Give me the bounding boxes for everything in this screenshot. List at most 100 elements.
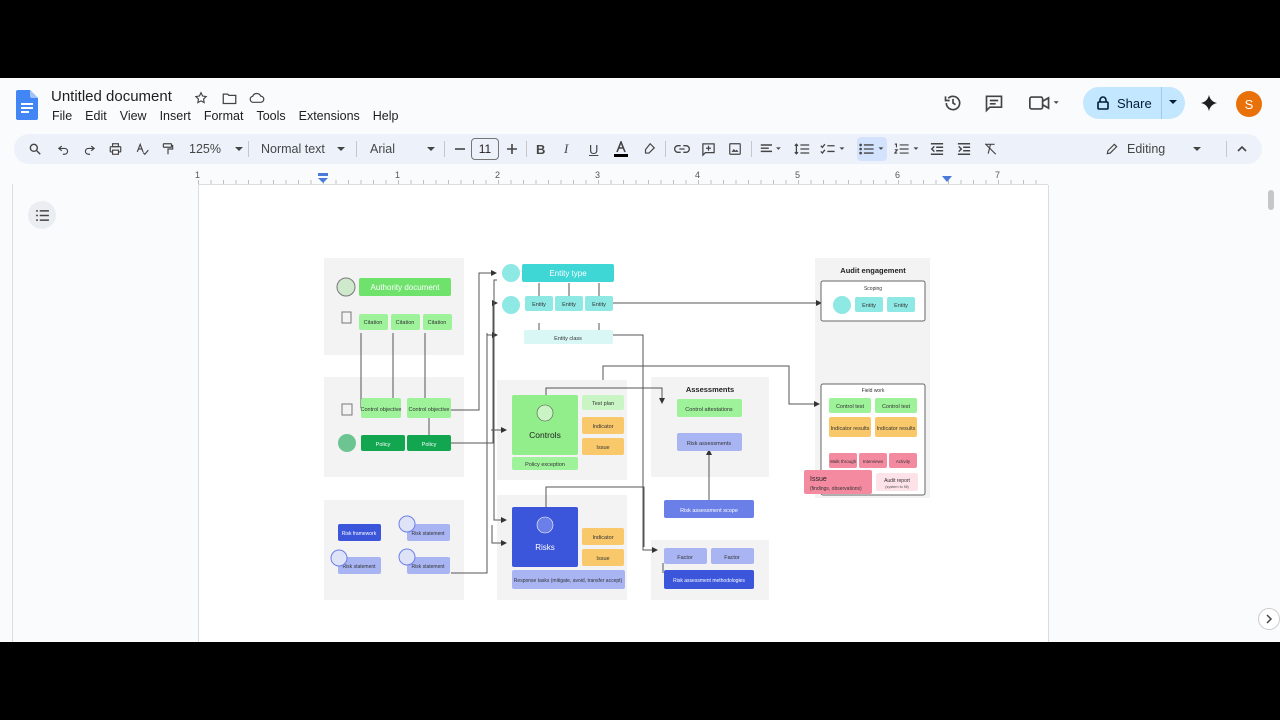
google-docs-window: Untitled document File Edit View Insert … <box>0 78 1280 642</box>
text-color-icon[interactable] <box>614 134 628 164</box>
citation-label: Citation <box>364 320 383 326</box>
ruler-tick: 1 <box>195 170 201 180</box>
entity-label: Entity <box>532 302 546 308</box>
risk-statement-icon <box>398 515 416 533</box>
data-model-diagram[interactable]: Authority document Citation Citation Cit… <box>199 185 1050 642</box>
menu-edit[interactable]: Edit <box>85 109 114 123</box>
decrease-indent-icon[interactable] <box>930 134 944 164</box>
document-outline-button[interactable] <box>28 201 56 229</box>
avatar[interactable]: S <box>1236 91 1262 117</box>
risk-assessment-scope-label: Risk assessment scope <box>680 508 738 514</box>
entity-label: Entity <box>592 302 606 308</box>
undo-icon[interactable] <box>56 134 71 164</box>
menu-insert[interactable]: Insert <box>160 109 198 123</box>
menu-format[interactable]: Format <box>204 109 251 123</box>
audit-report-sub: (system to fill) <box>885 485 909 489</box>
add-comment-icon[interactable] <box>701 134 716 164</box>
ruler-tick: 5 <box>795 170 801 180</box>
link-icon[interactable] <box>674 134 690 164</box>
doc-title[interactable]: Untitled document <box>51 88 172 105</box>
spellcheck-icon[interactable] <box>135 134 150 164</box>
entity-label: Entity <box>894 303 908 309</box>
redo-icon[interactable] <box>82 134 97 164</box>
indent-marker-icon[interactable] <box>317 173 329 185</box>
collapse-toolbar-icon[interactable] <box>1236 134 1248 164</box>
vertical-scrollbar[interactable] <box>1268 190 1274 210</box>
horizontal-ruler[interactable]: 1 1 2 3 4 5 6 7 <box>195 169 1048 185</box>
font-select[interactable]: Arial <box>370 134 436 164</box>
bulleted-list-icon[interactable] <box>857 137 887 161</box>
clear-formatting-icon[interactable] <box>983 134 998 164</box>
test-plan-label: Test plan <box>592 401 614 407</box>
increase-indent-icon[interactable] <box>957 134 971 164</box>
bold-icon[interactable]: B <box>536 134 545 164</box>
menu-help[interactable]: Help <box>373 109 406 123</box>
doc-header: Untitled document File Edit View Insert … <box>0 78 1280 130</box>
control-test-label: Control test <box>836 404 865 410</box>
activity-label: Activity <box>896 459 911 464</box>
docs-logo-icon[interactable] <box>16 90 38 120</box>
risks-box[interactable] <box>512 507 578 567</box>
print-icon[interactable] <box>108 134 123 164</box>
meet-icon[interactable] <box>1028 92 1064 114</box>
editing-mode-select[interactable]: Editing <box>1105 134 1202 164</box>
insert-image-icon[interactable] <box>728 134 742 164</box>
share-button[interactable]: Share <box>1083 87 1185 119</box>
entity-class-label: Entity class <box>554 336 582 342</box>
paragraph-style-select[interactable]: Normal text <box>261 134 345 164</box>
search-menus-icon[interactable] <box>28 134 42 164</box>
entity-type-icon <box>502 264 520 282</box>
increase-font-size-icon[interactable] <box>506 134 518 164</box>
line-spacing-icon[interactable] <box>794 134 810 164</box>
zoom-value: 125% <box>189 142 221 156</box>
risk-statement-label: Risk statement <box>342 564 376 570</box>
citation-label: Citation <box>396 320 415 326</box>
editing-mode-label: Editing <box>1127 142 1166 156</box>
controls-label: Controls <box>529 430 561 440</box>
move-folder-icon[interactable] <box>220 90 238 106</box>
decrease-font-size-icon[interactable] <box>454 134 466 164</box>
entity-type-label: Entity type <box>549 269 587 278</box>
underline-icon[interactable]: U <box>589 134 598 164</box>
font-size-input[interactable]: 11 <box>471 138 499 160</box>
italic-icon[interactable]: I <box>564 134 568 164</box>
document-page[interactable]: Authority document Citation Citation Cit… <box>198 185 1049 642</box>
entity-icon <box>502 296 520 314</box>
star-icon[interactable] <box>192 90 210 106</box>
menu-tools[interactable]: Tools <box>256 109 292 123</box>
policy-label: Policy <box>376 442 391 448</box>
checklist-icon[interactable] <box>820 134 846 164</box>
explore-button[interactable] <box>1258 608 1280 630</box>
highlight-icon[interactable] <box>642 134 656 164</box>
cloud-status-icon[interactable] <box>248 90 266 106</box>
gemini-icon[interactable] <box>1198 92 1220 114</box>
toolbar: 125% Normal text Arial 11 B I U Editing <box>14 134 1262 164</box>
menu-file[interactable]: File <box>52 109 79 123</box>
controls-box[interactable] <box>512 395 578 455</box>
scoping-entity-icon <box>833 296 851 314</box>
risk-assessments-label: Risk assessments <box>687 441 732 447</box>
font-value: Arial <box>370 142 396 156</box>
right-indent-marker-icon[interactable] <box>941 175 953 185</box>
response-tasks-label: Response tasks (mitigate, avoid, transfe… <box>514 578 623 584</box>
zoom-select[interactable]: 125% <box>189 134 243 164</box>
paint-format-icon[interactable] <box>161 134 175 164</box>
risk-methodologies-label: Risk assessment methodologies <box>673 578 745 584</box>
version-history-icon[interactable] <box>942 92 964 114</box>
ruler-tick: 6 <box>895 170 901 180</box>
chevron-right-icon <box>1266 614 1273 624</box>
risk-statement-label: Risk statement <box>411 564 445 570</box>
ruler-tick: 4 <box>695 170 701 180</box>
indicator-results-label: Indicator results <box>831 426 870 432</box>
menu-extensions[interactable]: Extensions <box>299 109 367 123</box>
comments-icon[interactable] <box>983 92 1005 114</box>
control-attestations-label: Control attestations <box>685 407 733 413</box>
scoping-label: Scoping <box>864 286 882 292</box>
align-left-icon[interactable] <box>760 134 784 164</box>
risks-label: Risks <box>535 543 555 552</box>
audit-report-label: Audit report <box>884 478 910 484</box>
menu-view[interactable]: View <box>120 109 154 123</box>
share-dropdown-icon[interactable] <box>1167 96 1179 108</box>
issue-label: Issue <box>596 556 609 562</box>
numbered-list-icon[interactable] <box>894 134 920 164</box>
